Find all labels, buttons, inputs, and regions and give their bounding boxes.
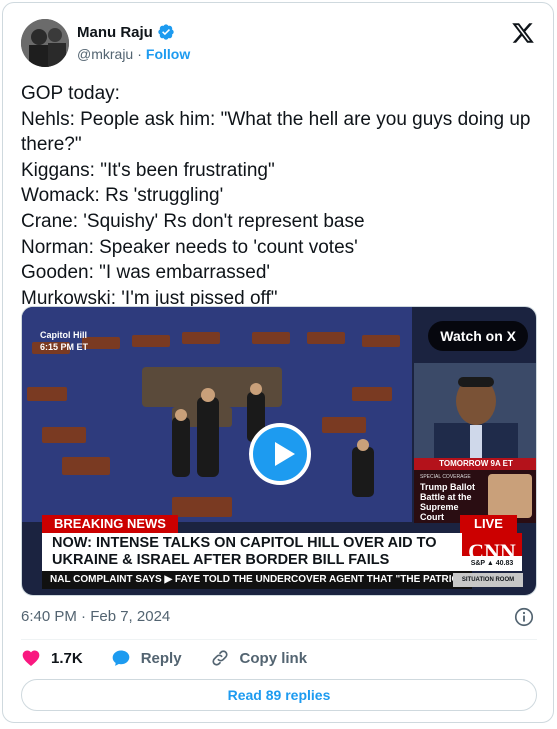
tweet-timestamp[interactable]: 6:40 PM · Feb 7, 2024 — [21, 608, 170, 625]
trump-photo — [488, 474, 532, 518]
market-ticker: S&P ▲ 40.83 — [462, 556, 522, 571]
video-player[interactable]: Capitol Hill 6:15 PM ET TOMORROW 9A ET S… — [21, 306, 537, 596]
avatar-photo — [21, 19, 69, 67]
anchor-image — [414, 363, 536, 459]
side-panel: TOMORROW 9A ET SPECIAL COVERAGE Trump Ba… — [414, 363, 536, 523]
like-button[interactable]: 1.7K — [21, 648, 83, 668]
author-handle[interactable]: @mkraju — [77, 46, 133, 62]
reply-button[interactable]: Reply — [111, 648, 182, 668]
separator-dot: · — [137, 46, 142, 62]
breaking-news-label: BREAKING NEWS — [42, 515, 178, 533]
location-tag: Capitol Hill 6:15 PM ET — [40, 329, 88, 353]
tomorrow-banner: TOMORROW 9A ET — [414, 458, 536, 470]
copy-link-label: Copy link — [239, 649, 308, 667]
divider — [21, 639, 537, 640]
location-line-2: 6:15 PM ET — [40, 342, 89, 352]
reply-label: Reply — [140, 649, 182, 667]
like-count: 1.7K — [51, 649, 83, 667]
tweet-card: Manu Raju @mkraju · Follow GOP today: Ne… — [2, 2, 554, 723]
handle-row: @mkraju · Follow — [77, 46, 190, 62]
show-name-badge: SITUATION ROOM — [453, 573, 523, 587]
breaking-news-row: BREAKING NEWS LIVE — [42, 515, 517, 533]
verified-badge-icon — [158, 24, 174, 40]
x-logo-icon[interactable] — [511, 21, 535, 45]
heart-icon — [22, 650, 40, 666]
avatar[interactable] — [21, 19, 69, 67]
tweet-text: GOP today: Nehls: People ask him: "What … — [21, 83, 531, 309]
author-name[interactable]: Manu Raju — [77, 24, 153, 41]
link-icon — [212, 650, 228, 666]
news-headline: NOW: INTENSE TALKS ON CAPITOL HILL OVER … — [42, 533, 462, 571]
news-ticker: NAL COMPLAINT SAYS ▶ FAYE TOLD THE UNDER… — [42, 571, 472, 589]
location-line-1: Capitol Hill — [40, 330, 87, 340]
special-coverage-label: SPECIAL COVERAGE — [420, 474, 471, 480]
play-button-icon[interactable] — [249, 423, 311, 485]
read-replies-button[interactable]: Read 89 replies — [21, 679, 537, 711]
live-badge: LIVE — [460, 515, 517, 533]
copy-link-button[interactable]: Copy link — [210, 648, 308, 668]
follow-button[interactable]: Follow — [146, 46, 190, 62]
action-bar: 1.7K Reply Copy link — [21, 648, 307, 668]
info-icon[interactable] — [513, 606, 535, 628]
author-name-row: Manu Raju — [77, 23, 175, 41]
watch-on-x-button[interactable]: Watch on X — [428, 321, 528, 351]
reply-bubble-icon — [112, 650, 130, 666]
